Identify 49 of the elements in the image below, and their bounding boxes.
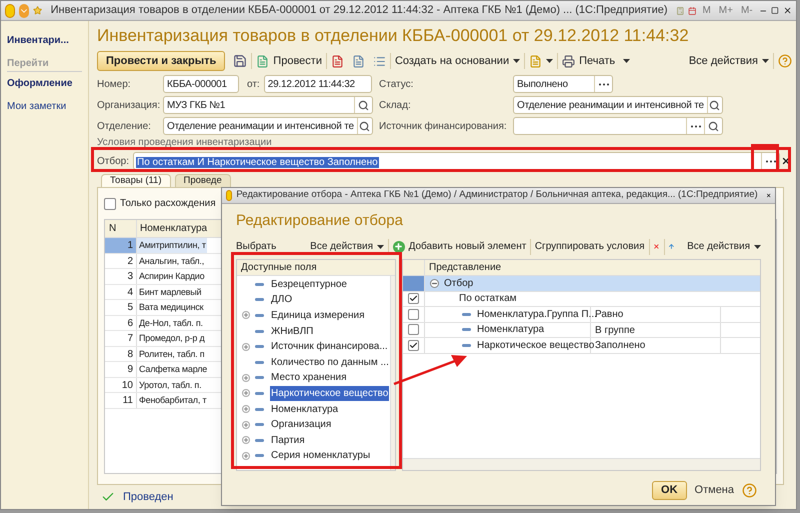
table-cell-text: По остаткам [459,292,517,306]
column-header: N [105,220,137,237]
table-cell: Амитриптилин, т [137,238,207,252]
table-cell-text: Отбор [444,276,474,290]
table-cell: В группе [591,322,721,337]
column-header: Представление [428,260,502,274]
table-cell-text: Аспирин Кардио [138,270,206,283]
field-label: Склад: [379,98,412,112]
table-cell-text: Наркотическое вещество [477,338,594,353]
table-cell-text: Вата медицинск [138,301,204,314]
field-label: Источник финансирования: [379,120,508,134]
table-cell: 4 [105,284,137,299]
column-header: Номенклатура [139,222,208,236]
form-heading: Инвентаризация товаров в отделении КББА-000001 от 29.12.2012 11:44:32 [97,25,690,47]
table-cell-text: Номенклатура [477,323,544,338]
table-cell: 2 [105,254,137,268]
table-cell: 11 [105,393,137,408]
dialog-title: Редактирование отбора - Аптека ГКБ №1 (Демо) / Администратор / Больничная аптека, редакция... (1С:Предприятие) [236,188,758,202]
table-cell-text: Анальгин, табл., [138,254,206,268]
field-label: Номер: [97,78,132,92]
table-cell: 5 [105,300,137,314]
table-cell-text: Де-Нол, табл. п. [138,316,204,330]
group-title: Условия проведения инвентаризации [97,137,273,148]
table-cell-text: Промедол, р-р д [138,332,206,345]
posted-status: Проведен [123,490,174,505]
table-cell: 7 [105,331,137,346]
table-cell: 3 [105,269,137,284]
table-cell-text: Бинт марлевый [138,286,202,299]
table-cell: 10 [105,378,137,392]
field-label: Статус: [379,78,414,92]
table-cell-text: Фенобарбитал, т [138,394,208,407]
column-header: Доступные поля [240,260,318,274]
window-title: Инвентаризация товаров в отделении КББА-000001 от 29.12.2012 11:44:32 - Аптека ГКБ №1 (Демо) ... (1С:Предприятие) [50,3,668,18]
sidebar-section: Перейти [7,56,82,72]
checkbox-label: Только расхождения [120,197,216,211]
field-label: Отделение: [97,120,152,134]
table-cell: 1 [105,238,137,252]
table-cell-text: Уротол, табл. п. [138,378,202,392]
field-label: от: [247,78,260,92]
sidebar-title: Инвентари... [7,34,70,48]
dialog-heading: Редактирование отбора [236,211,404,231]
field-label: Отбор: [97,154,129,168]
table-cell: 9 [105,362,137,376]
table-cell-text: Ролитен, табл. п [138,348,206,360]
table-cell-text: Салфетка марле [138,363,208,376]
field-label: Организация: [97,98,162,112]
table-cell: 6 [105,316,137,330]
table-cell-text: Номенклатура.Группа П... [477,308,597,322]
table-cell: 8 [105,346,137,361]
